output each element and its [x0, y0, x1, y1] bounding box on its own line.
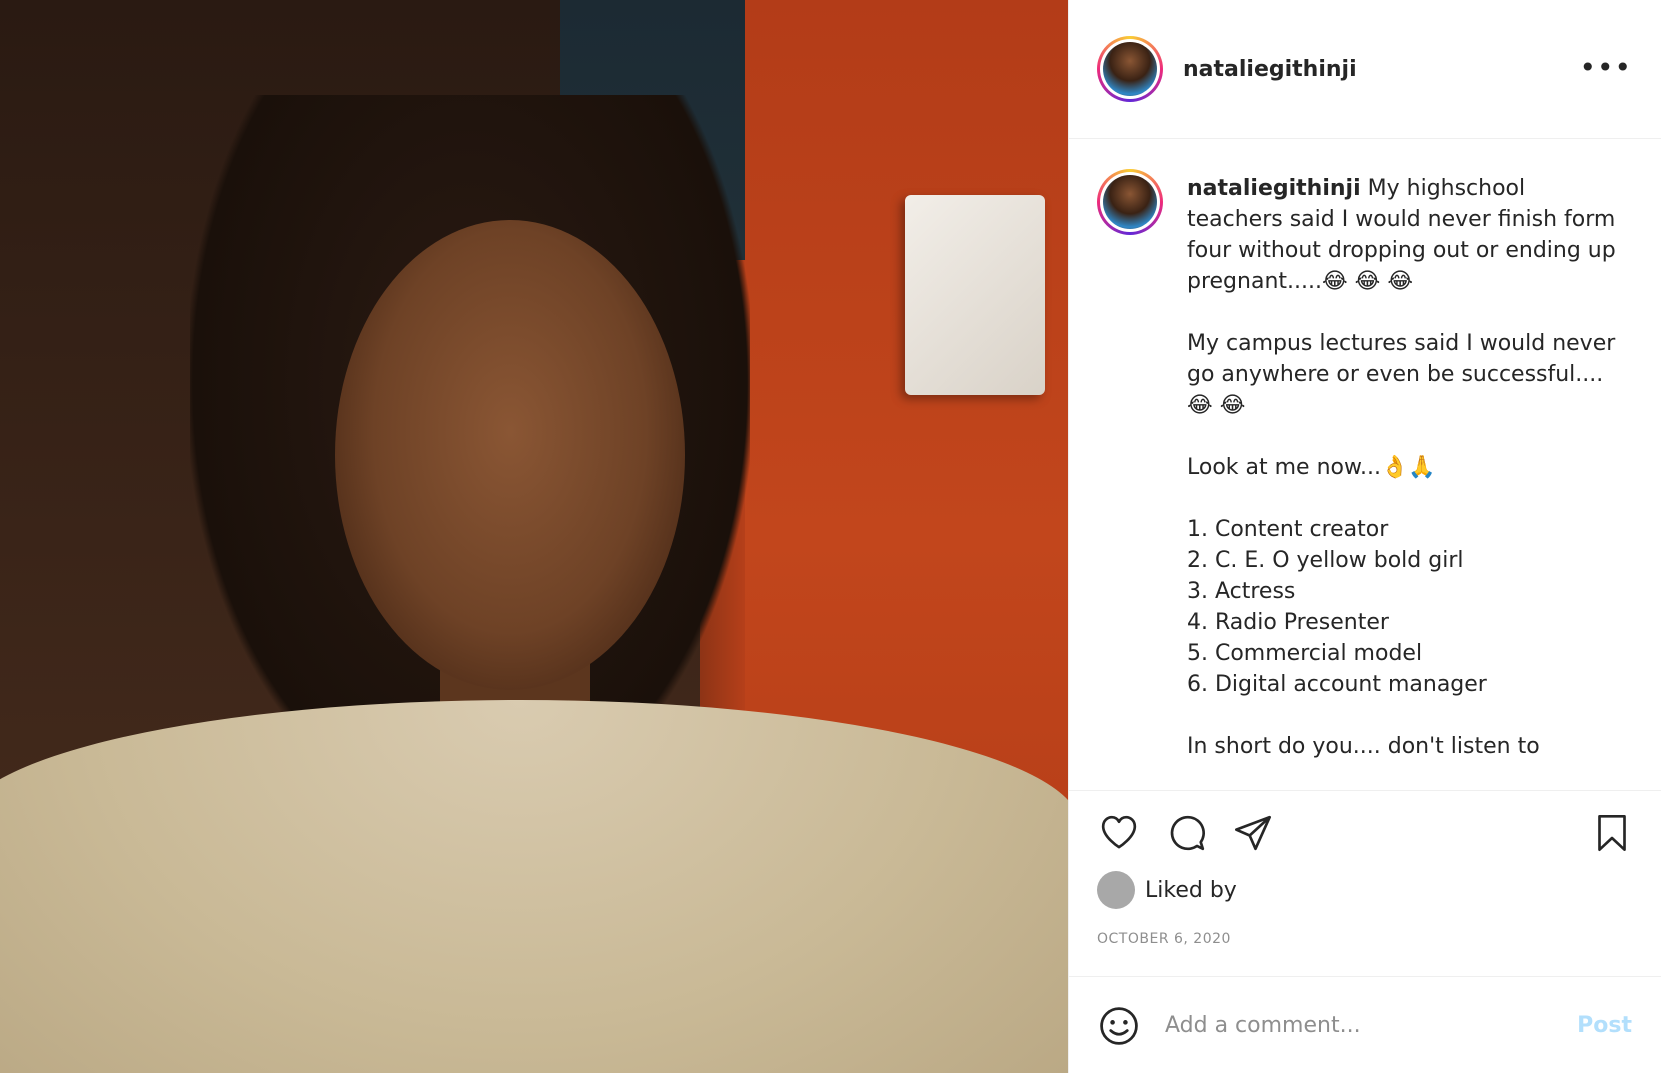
post-caption: nataliegithinji My highschool teachers s… [1187, 173, 1627, 789]
caption-paragraph-3: Look at me now...👌🙏 [1187, 455, 1436, 480]
list-item: 5. Commercial model [1187, 641, 1423, 666]
photo-subject-shirt [0, 700, 1068, 1073]
comment-icon[interactable] [1165, 811, 1209, 855]
avatar-image [1103, 175, 1157, 229]
action-bar: Liked by OCTOBER 6, 2020 [1069, 790, 1661, 976]
send-icon[interactable] [1231, 811, 1275, 855]
caption-username[interactable]: nataliegithinji [1187, 176, 1361, 201]
post-header: nataliegithinji ••• [1069, 0, 1661, 139]
photo-light-switch [905, 195, 1045, 395]
post-comment-button[interactable]: Post [1577, 1013, 1632, 1038]
list-item: 6. Digital account manager [1187, 672, 1487, 697]
emoji-icon[interactable] [1097, 1004, 1141, 1048]
caption-list: 1. Content creator 2. C. E. O yellow bol… [1187, 514, 1627, 700]
comment-bar: Post [1069, 976, 1661, 1074]
post-photo[interactable] [0, 0, 1068, 1073]
more-horizontal-icon[interactable]: ••• [1579, 54, 1632, 82]
list-item: 2. C. E. O yellow bold girl [1187, 548, 1464, 573]
liked-by-text[interactable]: Liked by [1145, 878, 1237, 903]
likes-row: Liked by [1097, 871, 1237, 909]
instagram-post: nataliegithinji ••• nataliegithinji My h… [0, 0, 1661, 1073]
post-date[interactable]: OCTOBER 6, 2020 [1097, 931, 1231, 947]
photo-subject-face [335, 220, 685, 690]
comment-input[interactable] [1163, 1012, 1547, 1039]
list-item: 1. Content creator [1187, 517, 1389, 542]
caption-paragraph-2: My campus lectures said I would never go… [1187, 331, 1616, 418]
header-username[interactable]: nataliegithinji [1183, 57, 1357, 82]
caption-paragraph-1: nataliegithinji My highschool teachers s… [1187, 173, 1627, 297]
profile-avatar[interactable] [1097, 36, 1163, 102]
bookmark-icon[interactable] [1590, 811, 1634, 855]
post-sidebar: nataliegithinji ••• nataliegithinji My h… [1068, 0, 1661, 1073]
heart-icon[interactable] [1097, 811, 1141, 855]
list-item: 3. Actress [1187, 579, 1296, 604]
caption-avatar[interactable] [1097, 169, 1163, 235]
caption-area: nataliegithinji My highschool teachers s… [1069, 139, 1661, 789]
avatar-border [1100, 39, 1160, 99]
liker-avatar[interactable] [1097, 871, 1135, 909]
avatar-border [1100, 172, 1160, 232]
caption-paragraph-4: In short do you.... don't listen to [1187, 734, 1540, 759]
avatar-image [1103, 42, 1157, 96]
list-item: 4. Radio Presenter [1187, 610, 1389, 635]
